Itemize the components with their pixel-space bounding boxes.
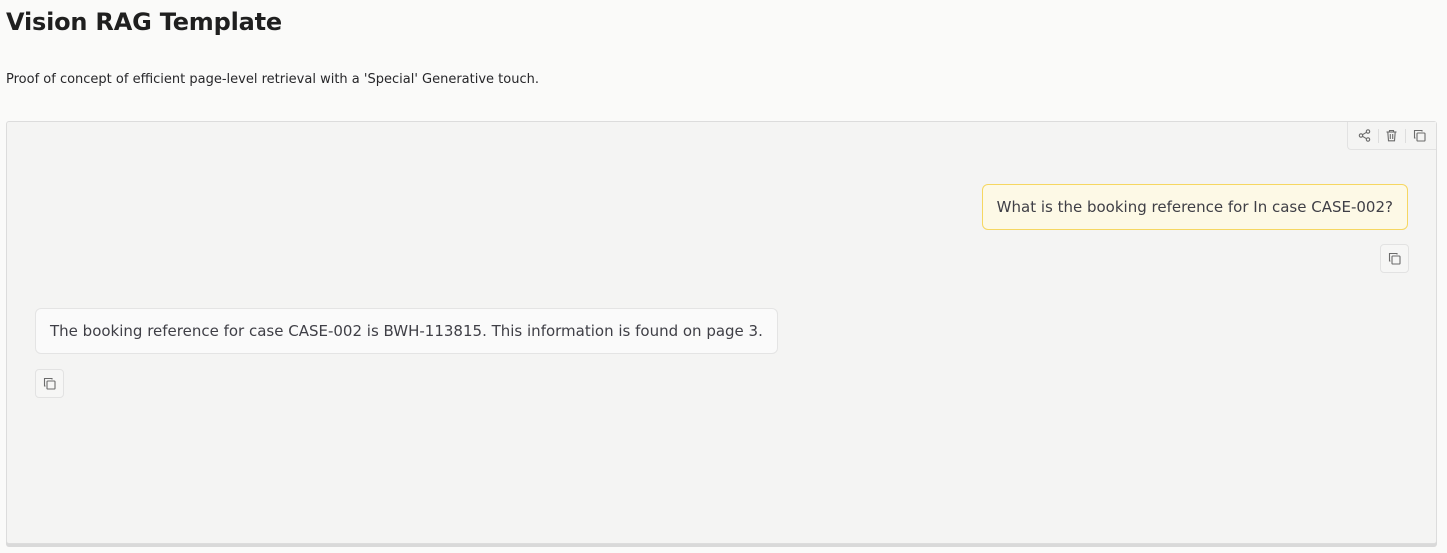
trash-icon <box>1385 129 1398 142</box>
assistant-message: The booking reference for case CASE-002 … <box>35 308 778 354</box>
copy-assistant-message-button[interactable] <box>35 369 64 398</box>
copy-icon <box>1413 129 1426 142</box>
page-title: Vision RAG Template <box>6 8 282 36</box>
page-description: Proof of concept of efficient page-level… <box>6 72 539 87</box>
share-button[interactable] <box>1353 125 1375 147</box>
share-icon <box>1358 129 1371 142</box>
copy-icon <box>1388 252 1401 265</box>
copy-icon <box>43 377 56 390</box>
app-page: Vision RAG Template Proof of concept of … <box>0 0 1447 553</box>
copy-user-message-button[interactable] <box>1380 244 1409 273</box>
clear-chat-button[interactable] <box>1381 125 1403 147</box>
toolbar-divider <box>1377 128 1379 143</box>
chat-toolbar <box>1347 122 1436 150</box>
user-message: What is the booking reference for In cas… <box>981 184 1408 230</box>
chatbot-panel: What is the booking reference for In cas… <box>6 121 1437 544</box>
copy-all-button[interactable] <box>1409 125 1431 147</box>
toolbar-divider <box>1405 128 1407 143</box>
